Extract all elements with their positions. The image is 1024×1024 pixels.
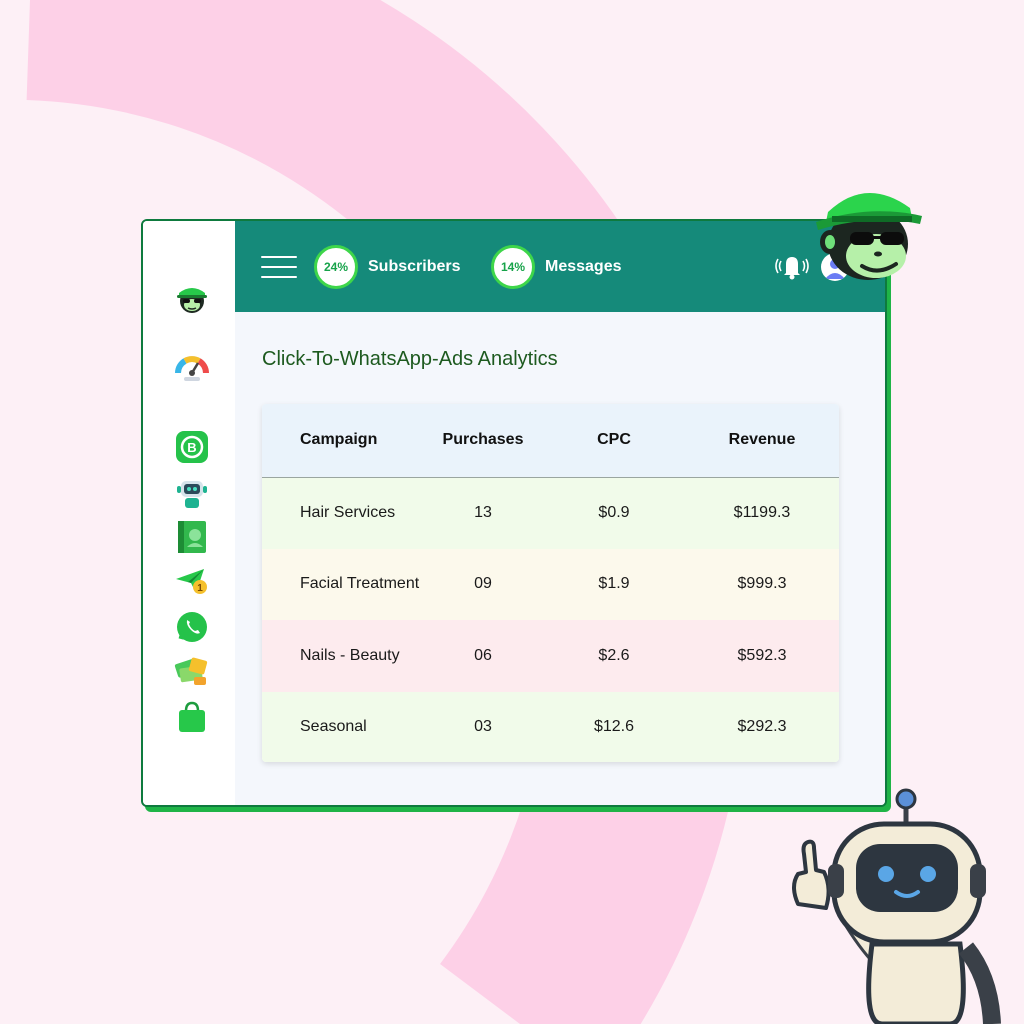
campaign-cell: Facial Treatment <box>300 575 420 593</box>
page-title: Click-To-WhatsApp-Ads Analytics <box>262 348 558 370</box>
table-header-row: Campaign Purchases CPC Revenue <box>262 404 839 477</box>
purchases-cell: 03 <box>474 718 492 736</box>
revenue-cell: $292.3 <box>737 718 787 736</box>
column-header-campaign[interactable]: Campaign <box>262 404 423 477</box>
cpc-cell: $0.9 <box>598 504 630 521</box>
money-icon[interactable] <box>174 653 210 689</box>
revenue-cell: $1199.3 <box>733 504 791 521</box>
purchases-cell: 09 <box>474 575 492 593</box>
whatsapp-icon[interactable] <box>174 609 210 645</box>
whatsapp-business-icon[interactable]: B <box>174 429 210 465</box>
messages-percent-badge: 14% <box>491 245 535 289</box>
contact-book-icon[interactable] <box>174 519 210 555</box>
cpc-cell: $12.6 <box>593 718 635 736</box>
table-row[interactable]: Seasonal 03 $12.6 $292.3 <box>262 691 839 762</box>
shopping-bag-icon[interactable] <box>174 699 210 735</box>
table-row[interactable]: Hair Services 13 $0.9 $1199.3 <box>262 477 839 549</box>
top-bar: 24% Subscribers 14% Messages <box>235 221 885 312</box>
subscribers-stat[interactable]: 24% Subscribers <box>314 245 460 289</box>
table-row[interactable]: Facial Treatment 09 $1.9 $999.3 <box>262 548 839 620</box>
app-window: B 1 24% Subscribers 14% Messages Click-T… <box>141 219 887 807</box>
purchases-cell: 13 <box>474 504 492 521</box>
subscribers-label: Subscribers <box>368 258 461 275</box>
column-header-cpc[interactable]: CPC <box>543 404 685 477</box>
broadcast-plane-icon[interactable]: 1 <box>174 563 210 599</box>
monkey-mascot-icon <box>816 192 922 280</box>
column-header-revenue[interactable]: Revenue <box>685 404 839 477</box>
analytics-table: Campaign Purchases CPC Revenue Hair Serv… <box>262 404 839 762</box>
campaign-cell: Seasonal <box>300 718 367 736</box>
subscribers-percent-badge: 24% <box>314 245 358 289</box>
robot-mascot-icon <box>792 788 1001 1024</box>
main-content: Click-To-WhatsApp-Ads Analytics Campaign… <box>235 312 885 805</box>
svg-text:B: B <box>187 440 196 455</box>
bell-icon[interactable] <box>775 251 809 286</box>
svg-text:1: 1 <box>197 583 203 594</box>
campaign-cell: Nails - Beauty <box>300 646 400 664</box>
sidebar: B 1 <box>143 221 236 805</box>
cpc-cell: $1.9 <box>598 575 630 593</box>
monkey-logo-icon[interactable] <box>174 281 210 317</box>
menu-icon[interactable] <box>261 256 297 278</box>
purchases-cell: 06 <box>474 646 492 664</box>
messages-stat[interactable]: 14% Messages <box>491 245 622 289</box>
cpc-cell: $2.6 <box>598 646 630 664</box>
campaign-cell: Hair Services <box>300 504 396 521</box>
analytics-table-card: Campaign Purchases CPC Revenue Hair Serv… <box>262 404 839 762</box>
column-header-purchases[interactable]: Purchases <box>423 404 543 477</box>
bot-icon[interactable] <box>174 475 210 511</box>
revenue-cell: $592.3 <box>737 646 787 664</box>
revenue-cell: $999.3 <box>737 575 787 593</box>
table-row[interactable]: Nails - Beauty 06 $2.6 $592.3 <box>262 620 839 692</box>
messages-label: Messages <box>545 258 622 275</box>
speedometer-icon[interactable] <box>174 349 210 385</box>
